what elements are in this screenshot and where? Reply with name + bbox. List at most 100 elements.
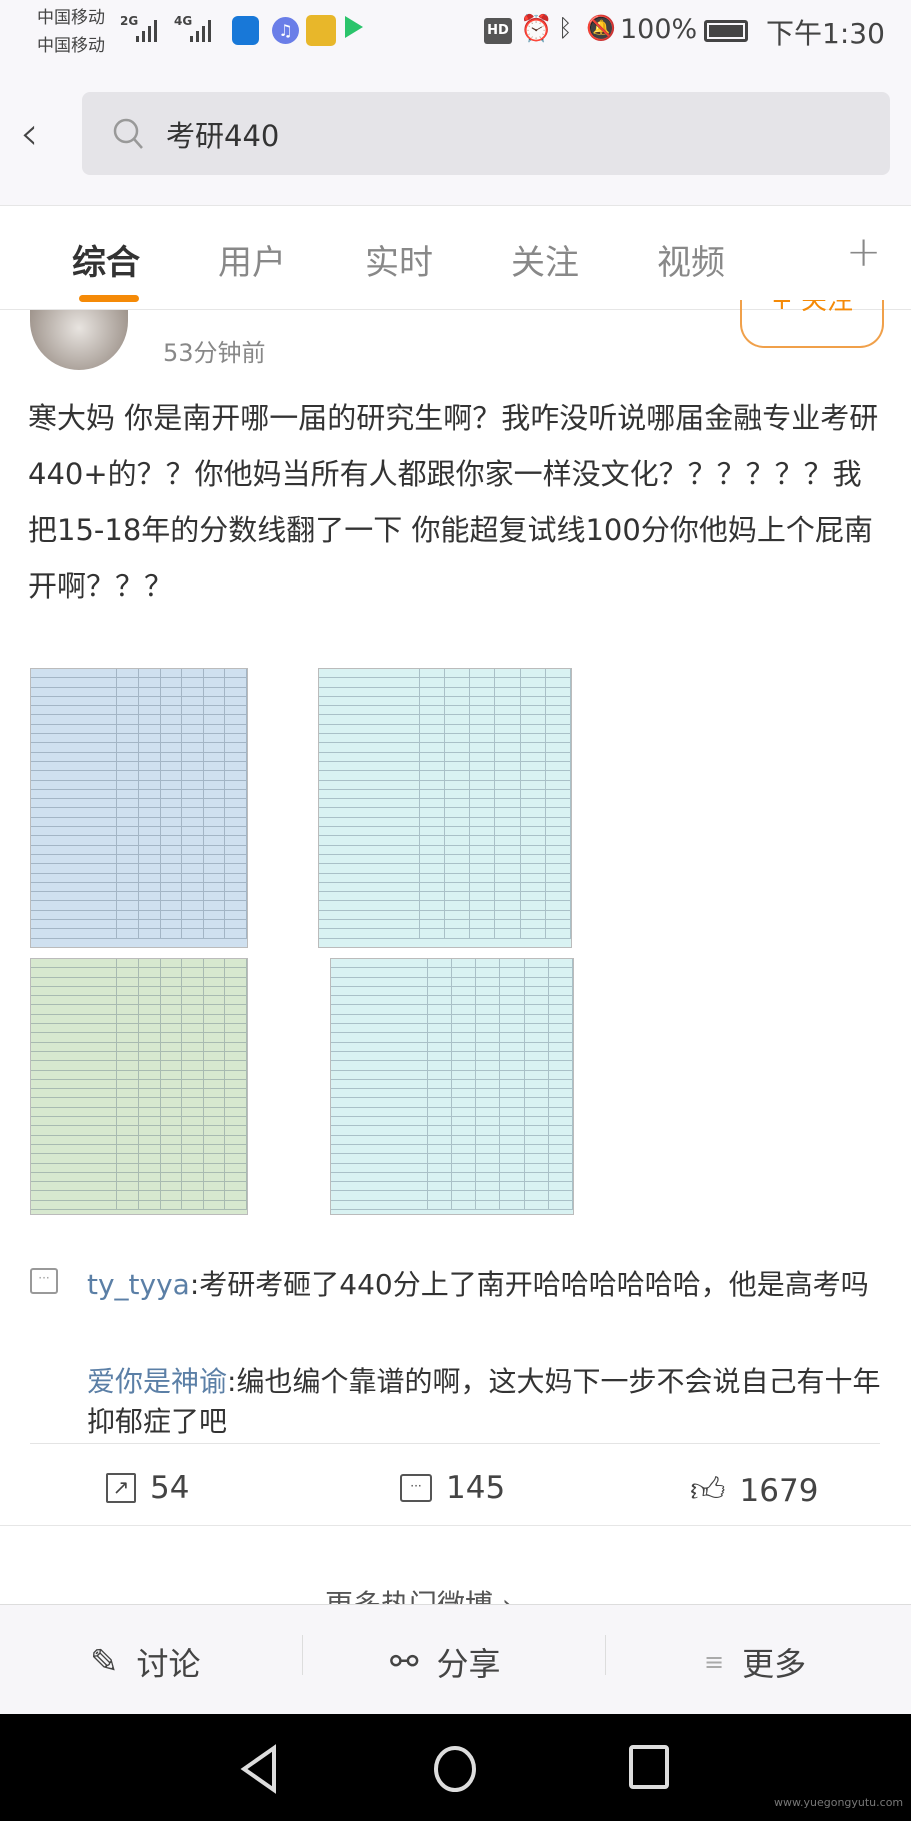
table-row [319, 687, 571, 697]
table-cell [161, 1042, 183, 1051]
share-button[interactable]: ⚯ 分享 [390, 1639, 501, 1685]
table-cell [139, 761, 161, 771]
table-cell [428, 1144, 452, 1154]
table-cell [161, 715, 183, 724]
comment-username[interactable]: ty_tyya [87, 1268, 190, 1301]
table-cell [225, 789, 247, 799]
table-cell [428, 1061, 452, 1070]
table-cell [31, 696, 118, 706]
table-cell [319, 827, 420, 836]
table-cell [139, 1051, 161, 1061]
follow-button[interactable]: + 关注 [740, 300, 884, 348]
table-cell [521, 817, 546, 827]
table-row [319, 808, 571, 818]
table-cell [521, 910, 546, 920]
nav-home-icon[interactable] [432, 1744, 478, 1794]
back-icon[interactable]: ‹ [20, 106, 38, 160]
table-row [331, 1200, 573, 1211]
table-cell [420, 882, 445, 892]
table-cell [331, 1061, 428, 1070]
tab-following[interactable]: 关注 [511, 235, 579, 284]
table-cell [225, 1089, 247, 1098]
table-cell [420, 696, 445, 706]
table-cell [452, 1051, 477, 1061]
table-cell [204, 1200, 226, 1210]
table-row [31, 678, 247, 688]
repost-button[interactable]: ↗ 54 [106, 1470, 189, 1506]
post-image[interactable] [330, 958, 574, 1215]
post-image[interactable] [30, 958, 248, 1215]
table-cell [476, 1154, 501, 1163]
table-cell [117, 929, 139, 938]
table-row [319, 780, 571, 790]
table-cell [420, 873, 445, 882]
table-cell [452, 1163, 477, 1172]
comments-button[interactable]: ··· 145 [400, 1470, 505, 1506]
tab-video[interactable]: 视频 [657, 235, 725, 284]
table-cell [452, 986, 477, 996]
table-row [31, 1079, 247, 1090]
table-cell [182, 1042, 204, 1051]
tab-comprehensive[interactable]: 综合 [72, 235, 140, 284]
watermark: www.yuegongyutu.com [774, 1796, 904, 1809]
search-input[interactable]: 考研440 [82, 92, 890, 175]
table-cell [117, 854, 139, 864]
add-tab-icon[interactable]: + [846, 227, 881, 276]
table-cell [452, 1135, 477, 1144]
table-cell [225, 1079, 247, 1089]
table-cell [495, 706, 521, 715]
table-cell [521, 734, 546, 743]
table-cell [521, 687, 546, 696]
tab-realtime[interactable]: 实时 [365, 235, 433, 284]
table-cell [139, 1061, 161, 1070]
table-cell [331, 1126, 428, 1135]
avatar[interactable] [30, 310, 128, 370]
more-hot-posts-link[interactable]: 更多热门微博 › [325, 1583, 513, 1604]
table-cell [420, 771, 445, 780]
table-cell [161, 854, 183, 864]
search-header: ‹ 考研440 [0, 78, 911, 206]
table-cell [182, 1154, 204, 1163]
search-query: 考研440 [166, 118, 280, 153]
table-cell [470, 724, 496, 734]
nav-back-icon[interactable] [240, 1744, 280, 1794]
table-cell [470, 920, 496, 929]
table-cell [161, 977, 183, 986]
table-row [31, 1042, 247, 1052]
table-row [331, 986, 573, 997]
table-cell [31, 669, 118, 678]
bluetooth-icon: ᛒ [558, 14, 573, 42]
table-cell [139, 1144, 161, 1154]
search-icon [113, 118, 143, 149]
discuss-button[interactable]: ✎ 讨论 [90, 1639, 201, 1685]
table-row [31, 1200, 247, 1211]
table-cell [319, 752, 420, 761]
table-cell [139, 1154, 161, 1163]
table-cell [420, 910, 445, 920]
table-cell [549, 1126, 573, 1135]
table-cell [225, 1042, 247, 1051]
table-cell [525, 1182, 549, 1191]
nav-recents-icon[interactable] [628, 1744, 670, 1790]
table-cell [31, 678, 118, 687]
table-cell [445, 901, 471, 910]
table-cell [204, 1098, 226, 1107]
tab-users[interactable]: 用户 [218, 235, 286, 284]
table-cell [452, 996, 477, 1005]
table-cell [204, 734, 226, 743]
table-row [31, 1126, 247, 1136]
table-cell [117, 771, 139, 780]
post-image[interactable] [318, 668, 572, 948]
table-cell [225, 977, 247, 986]
comment-username[interactable]: 爱你是神谕 [87, 1365, 227, 1398]
table-cell [161, 986, 183, 996]
more-button[interactable]: ≡ 更多 [704, 1639, 806, 1685]
table-cell [549, 1089, 573, 1098]
post-image[interactable] [30, 668, 248, 948]
table-cell [549, 1005, 573, 1014]
table-cell [139, 996, 161, 1005]
table-cell [225, 968, 247, 977]
table-cell [525, 977, 549, 986]
table-cell [161, 799, 183, 808]
like-button[interactable]: 👍︎ 1679 [690, 1470, 818, 1511]
